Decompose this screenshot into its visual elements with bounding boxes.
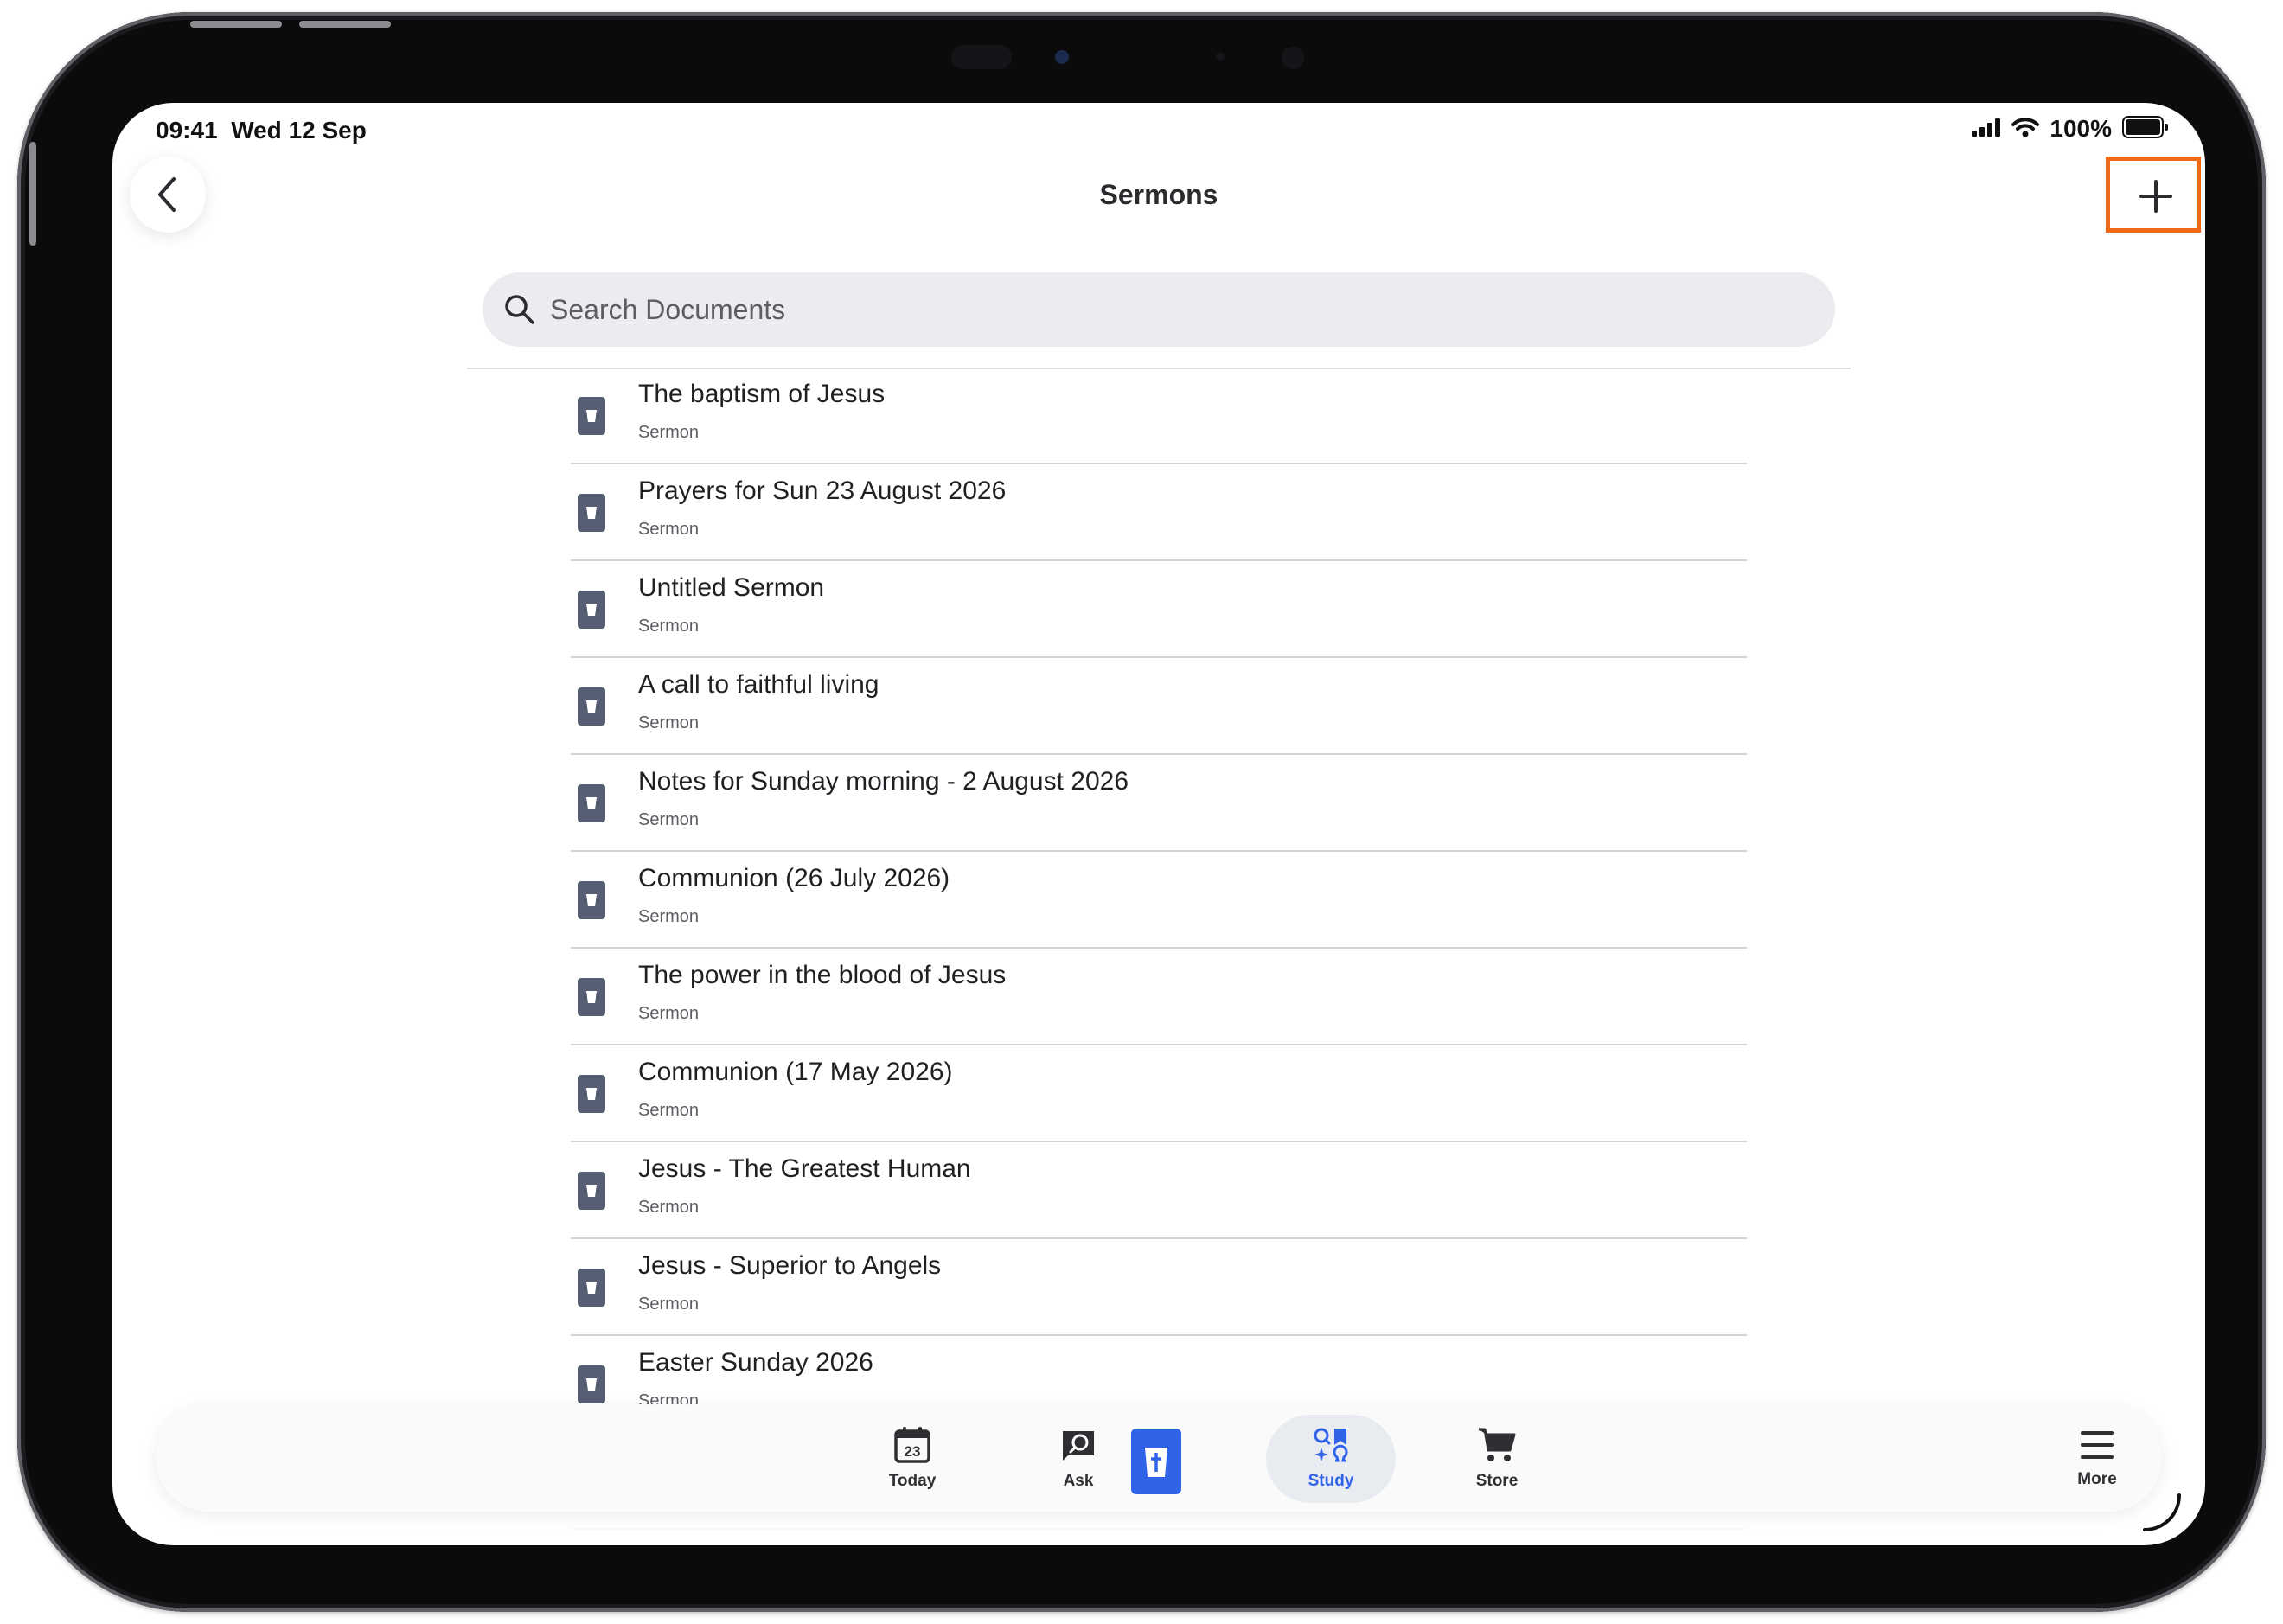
calendar-icon: 23 bbox=[893, 1426, 931, 1468]
study-tools-icon bbox=[1311, 1426, 1351, 1468]
list-item[interactable]: Untitled Sermon Sermon bbox=[571, 561, 1747, 658]
document-type: Sermon bbox=[638, 520, 700, 539]
tab-today[interactable]: 23 Today bbox=[847, 1404, 977, 1512]
document-type: Sermon bbox=[638, 1004, 700, 1023]
bible-cross-icon bbox=[1145, 1448, 1167, 1477]
sermon-document-icon bbox=[578, 1075, 605, 1113]
tab-store[interactable]: Store bbox=[1432, 1404, 1562, 1512]
document-title: Jesus - Superior to Angels bbox=[638, 1251, 942, 1280]
tab-label: Store bbox=[1475, 1471, 1519, 1490]
document-title: The power in the blood of Jesus bbox=[638, 961, 1007, 989]
sermon-document-icon bbox=[578, 591, 605, 629]
side-button bbox=[29, 142, 36, 246]
ipad-frame: 09:41 Wed 12 Sep 100% Sermons Search Doc… bbox=[17, 12, 2266, 1612]
document-title: A call to faithful living bbox=[638, 670, 879, 699]
battery-percentage: 100% bbox=[2050, 115, 2112, 142]
screen: 09:41 Wed 12 Sep 100% Sermons Search Doc… bbox=[112, 103, 2205, 1545]
page-title: Sermons bbox=[1099, 179, 1218, 210]
battery-icon bbox=[2122, 115, 2169, 143]
status-time: 09:41 Wed 12 Sep bbox=[156, 117, 367, 144]
search-icon bbox=[503, 293, 536, 326]
list-item[interactable]: Communion (26 July 2026) Sermon bbox=[571, 852, 1747, 949]
document-title: Easter Sunday 2026 bbox=[638, 1348, 873, 1377]
sermon-document-icon bbox=[578, 1172, 605, 1210]
sermon-document-icon bbox=[578, 1365, 605, 1403]
menu-icon bbox=[2079, 1428, 2115, 1467]
document-type: Sermon bbox=[638, 1295, 700, 1314]
document-type: Sermon bbox=[638, 713, 700, 732]
sermon-document-icon bbox=[578, 881, 605, 919]
search-bar[interactable] bbox=[483, 272, 1835, 347]
cart-icon bbox=[1477, 1426, 1517, 1468]
tab-label: Ask bbox=[1063, 1471, 1094, 1490]
sermon-document-icon bbox=[578, 687, 605, 726]
sensor-housing bbox=[951, 45, 1012, 69]
list-item[interactable]: Jesus - Superior to Angels Sermon bbox=[571, 1239, 1747, 1336]
document-type: Sermon bbox=[638, 907, 700, 926]
sensor-icon bbox=[1216, 52, 1225, 61]
sermon-document-icon bbox=[578, 1269, 605, 1307]
tab-label: Today bbox=[888, 1471, 937, 1490]
search-area bbox=[467, 255, 1851, 369]
list-item[interactable]: Communion (17 May 2026) Sermon bbox=[571, 1045, 1747, 1142]
tab-label: More bbox=[2077, 1469, 2117, 1488]
list-item[interactable]: Prayers for Sun 23 August 2026 Sermon bbox=[571, 464, 1747, 561]
list-item[interactable]: A call to faithful living Sermon bbox=[571, 658, 1747, 755]
plus-icon bbox=[2139, 180, 2172, 213]
volume-button bbox=[190, 21, 282, 28]
tab-ask[interactable]: Ask bbox=[1014, 1404, 1143, 1512]
sermon-document-icon bbox=[578, 397, 605, 435]
sermon-document-icon bbox=[578, 978, 605, 1016]
document-title: Communion (17 May 2026) bbox=[638, 1058, 953, 1086]
wifi-icon bbox=[2011, 117, 2040, 142]
list-item[interactable]: Jesus - The Greatest Human Sermon bbox=[571, 1142, 1747, 1239]
camera-icon bbox=[1055, 50, 1069, 64]
ask-search-icon bbox=[1059, 1426, 1097, 1468]
calendar-date-number: 23 bbox=[905, 1443, 921, 1460]
document-title: Jesus - The Greatest Human bbox=[638, 1154, 971, 1183]
signal-icon bbox=[1972, 118, 2001, 141]
tab-label: Study bbox=[1308, 1471, 1354, 1490]
list-item[interactable]: Notes for Sunday morning - 2 August 2026… bbox=[571, 755, 1747, 852]
document-type: Sermon bbox=[638, 1101, 700, 1120]
list-item[interactable]: The power in the blood of Jesus Sermon bbox=[571, 949, 1747, 1045]
document-title: Prayers for Sun 23 August 2026 bbox=[638, 476, 1007, 505]
bible-app-button[interactable] bbox=[1131, 1429, 1181, 1494]
document-title: Communion (26 July 2026) bbox=[638, 864, 950, 892]
volume-button bbox=[299, 21, 391, 28]
document-title: Untitled Sermon bbox=[638, 573, 825, 602]
document-type: Sermon bbox=[638, 423, 700, 442]
sermon-document-icon bbox=[578, 494, 605, 532]
tab-study[interactable]: Study bbox=[1266, 1404, 1396, 1512]
list-item[interactable]: The baptism of Jesus Sermon bbox=[571, 368, 1747, 464]
document-type: Sermon bbox=[638, 810, 700, 829]
add-document-button[interactable] bbox=[2108, 158, 2203, 234]
document-type: Sermon bbox=[638, 617, 700, 636]
sermon-document-icon bbox=[578, 784, 605, 822]
tab-bar: 23 Today Ask Study Store More bbox=[156, 1404, 2162, 1512]
document-title: Notes for Sunday morning - 2 August 2026 bbox=[638, 767, 1129, 796]
sensor-icon bbox=[1282, 47, 1304, 69]
document-type: Sermon bbox=[638, 1198, 700, 1217]
document-title: The baptism of Jesus bbox=[638, 380, 886, 408]
status-indicators: 100% bbox=[1972, 115, 2169, 143]
search-input[interactable] bbox=[548, 292, 1762, 327]
corner-indicator bbox=[2136, 1487, 2188, 1538]
document-list: The baptism of Jesus Sermon Prayers for … bbox=[571, 368, 1747, 1530]
